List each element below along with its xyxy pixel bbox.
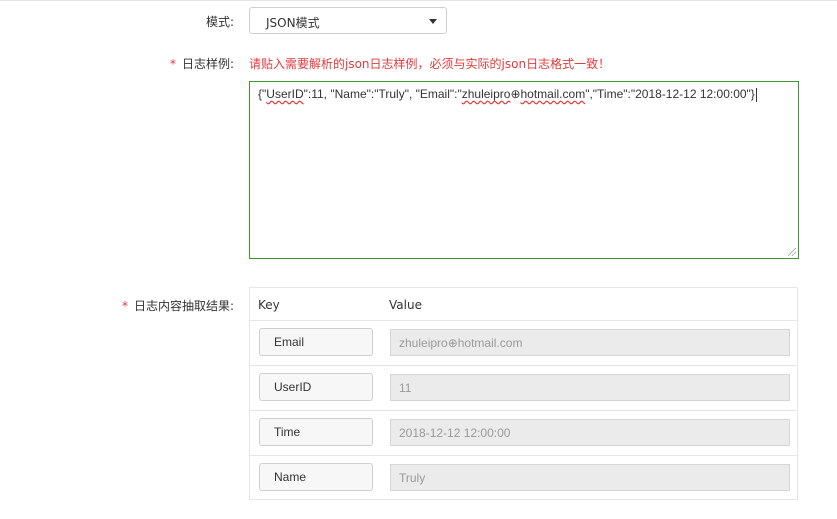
result-label: 日志内容抽取结果:	[133, 299, 234, 313]
sample-text-part: ⊕	[510, 87, 521, 101]
extraction-result-table: Key Value Email zhuleipro⊕hotmail.com Us…	[249, 287, 798, 500]
sample-text-part: UserID	[266, 87, 304, 101]
value-field: 11	[390, 374, 790, 401]
table-row: UserID 11	[250, 365, 797, 411]
mode-select[interactable]: JSON模式	[249, 7, 447, 34]
key-field[interactable]: Time	[259, 418, 373, 446]
sample-text-part: zhuleipro	[461, 87, 511, 101]
key-field[interactable]: Email	[259, 328, 373, 356]
chevron-down-icon	[429, 19, 437, 24]
table-row: Email zhuleipro⊕hotmail.com	[250, 320, 797, 366]
key-field[interactable]: UserID	[259, 373, 373, 401]
resize-grip-icon[interactable]	[788, 248, 796, 256]
sample-label-group: * 日志样例:	[170, 55, 234, 72]
required-asterisk: *	[121, 299, 128, 313]
text-cursor	[755, 87, 757, 102]
sample-hint: 请贴入需要解析的json日志样例，必须与实际的json日志格式一致！	[249, 57, 611, 71]
top-divider	[0, 0, 837, 1]
result-label-group: * 日志内容抽取结果:	[122, 297, 234, 314]
log-sample-textarea[interactable]: {"UserID":11, "Name":"Truly", "Email":"z…	[249, 81, 799, 259]
key-column-header: Key	[258, 298, 280, 312]
sample-text-part: hotmail.com	[520, 87, 586, 101]
required-asterisk: *	[169, 57, 176, 71]
sample-label: 日志样例:	[181, 57, 234, 71]
table-row: Time 2018-12-12 12:00:00	[250, 410, 797, 456]
sample-text-part: ":11, "Name":"Truly", "Email":"	[303, 87, 462, 101]
value-column-header: Value	[389, 298, 422, 312]
mode-label: 模式:	[205, 15, 234, 29]
value-field: 2018-12-12 12:00:00	[390, 419, 790, 446]
mode-select-value: JSON模式	[266, 16, 320, 30]
key-field[interactable]: Name	[259, 463, 373, 491]
table-row: Name Truly	[250, 455, 797, 501]
value-field: zhuleipro⊕hotmail.com	[390, 329, 790, 356]
sample-text-part: ","Time":"2018-12-12 12:00:00"}	[585, 87, 755, 101]
value-field: Truly	[390, 464, 790, 491]
